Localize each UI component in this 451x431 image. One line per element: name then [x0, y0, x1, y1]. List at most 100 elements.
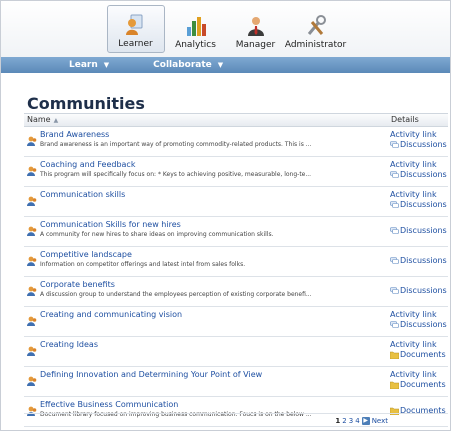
discussions-link[interactable]: Discussions [390, 320, 447, 329]
speech-bubble-icon [390, 226, 399, 235]
activity-link[interactable]: Activity link [390, 190, 447, 199]
community-name-link[interactable]: Creating Ideas [40, 340, 98, 349]
discussions-link[interactable]: Discussions [390, 226, 447, 235]
manager-icon [244, 15, 268, 37]
activity-link[interactable]: Activity link [390, 310, 447, 319]
speech-bubble-icon [390, 256, 399, 265]
nav-learn[interactable]: Learn ▼ [69, 60, 109, 70]
next-arrow-icon[interactable]: ▶ [361, 417, 370, 425]
table-body: Brand Awareness Brand awareness is an imp… [24, 127, 448, 427]
details-cell: Activity link Documents [389, 370, 446, 389]
community-name-link[interactable]: Creating and communicating vision [40, 310, 182, 319]
details-link-label: Discussions [400, 140, 447, 149]
details-cell: Activity link Discussions [390, 310, 447, 329]
community-description: A community for new hires to share ideas… [40, 231, 274, 238]
details-column-header: Details [391, 115, 419, 124]
discussions-link[interactable]: Discussions [390, 256, 447, 265]
details-link-label: Discussions [400, 200, 447, 209]
community-description: A discussion group to understand the emp… [40, 291, 312, 298]
community-icon [27, 371, 37, 386]
folder-icon [389, 351, 400, 359]
pagination: 1 2 3 4 ▶ Next [24, 413, 448, 429]
documents-link[interactable]: Documents [389, 350, 446, 359]
discussions-link[interactable]: Discussions [390, 286, 447, 295]
role-manager-button[interactable]: Manager [227, 5, 285, 53]
activity-link[interactable]: Activity link [390, 130, 447, 139]
details-cell: Activity link Documents [389, 340, 446, 359]
app-window: Learner Analytics Manager Administrator … [0, 0, 451, 431]
discussions-link[interactable]: Discussions [390, 170, 447, 179]
next-link[interactable]: Next [372, 417, 388, 425]
documents-link[interactable]: Documents [389, 380, 446, 389]
table-header: Name ▲ Details [24, 113, 448, 127]
community-name-link[interactable]: Brand Awareness [40, 130, 109, 139]
details-cell: Activity link Discussions [390, 130, 447, 149]
details-link-label: Discussions [400, 226, 447, 235]
community-icon [27, 131, 37, 146]
details-cell: Discussions [390, 226, 447, 235]
chevron-down-icon: ▼ [217, 61, 224, 69]
community-name-link[interactable]: Communication skills [40, 190, 125, 199]
community-name-link[interactable]: Competitive landscape [40, 250, 132, 259]
details-cell: Discussions [390, 286, 447, 295]
details-link-label: Documents [400, 380, 446, 389]
community-description: Information on competitor offerings and … [40, 261, 246, 268]
nav-collaborate[interactable]: Collaborate ▼ [153, 60, 223, 70]
speech-bubble-icon [390, 170, 399, 179]
role-administrator-button[interactable]: Administrator [285, 5, 346, 53]
community-name-link[interactable]: Communication Skills for new hires [40, 220, 181, 229]
name-column-header[interactable]: Name ▲ [27, 115, 58, 124]
community-icon [27, 401, 37, 416]
speech-bubble-icon [390, 200, 399, 209]
table-row: Communication skills Activity link Discuss… [24, 187, 448, 217]
details-cell: Activity link Discussions [390, 160, 447, 179]
page-title: Communities [27, 94, 145, 113]
table-row: Corporate benefits A discussion group to … [24, 277, 448, 307]
details-link-label: Discussions [400, 170, 447, 179]
activity-link[interactable]: Activity link [390, 160, 447, 169]
speech-bubble-icon [390, 320, 399, 329]
table-row: Defining Innovation and Determining Your… [24, 367, 448, 397]
details-cell: Discussions [390, 256, 447, 265]
page-4[interactable]: 4 [355, 417, 359, 425]
role-learner-button[interactable]: Learner [106, 5, 165, 53]
community-icon [27, 341, 37, 356]
sort-ascending-icon: ▲ [53, 117, 59, 124]
role-analytics-button[interactable]: Analytics [167, 5, 225, 53]
table-row: Brand Awareness Brand awareness is an imp… [24, 127, 448, 157]
communities-table: Name ▲ Details Brand Awareness Brand aware… [24, 113, 448, 427]
discussions-link[interactable]: Discussions [390, 140, 447, 149]
activity-link[interactable]: Activity link [390, 340, 446, 349]
table-row: Communication Skills for new hires A comm… [24, 217, 448, 247]
community-icon [27, 161, 37, 176]
community-name-link[interactable]: Effective Business Communication [40, 400, 178, 409]
community-name-link[interactable]: Coaching and Feedback [40, 160, 135, 169]
community-icon [27, 191, 37, 206]
table-row: Creating and communicating vision Activit… [24, 307, 448, 337]
details-link-label: Discussions [400, 320, 447, 329]
role-toolbar: Learner Analytics Manager Administrator [1, 1, 450, 57]
page-2[interactable]: 2 [342, 417, 346, 425]
discussions-link[interactable]: Discussions [390, 200, 447, 209]
table-row: Competitive landscape Information on comp… [24, 247, 448, 277]
main-nav: Learn ▼ Collaborate ▼ [1, 57, 450, 73]
details-link-label: Discussions [400, 286, 447, 295]
page-3[interactable]: 3 [349, 417, 353, 425]
details-link-label: Discussions [400, 256, 447, 265]
folder-icon [389, 381, 400, 389]
community-icon [27, 311, 37, 326]
details-cell: Activity link Discussions [390, 190, 447, 209]
details-link-label: Documents [400, 350, 446, 359]
community-icon [27, 221, 37, 236]
page-1[interactable]: 1 [335, 417, 340, 425]
community-icon [27, 281, 37, 296]
chevron-down-icon: ▼ [103, 61, 110, 69]
community-name-link[interactable]: Corporate benefits [40, 280, 115, 289]
table-row: Coaching and Feedback This program will s… [24, 157, 448, 187]
analytics-icon [184, 15, 208, 37]
table-row: Creating Ideas Activity link Documents [24, 337, 448, 367]
speech-bubble-icon [390, 286, 399, 295]
activity-link[interactable]: Activity link [390, 370, 446, 379]
community-name-link[interactable]: Defining Innovation and Determining Your… [40, 370, 262, 379]
community-icon [27, 251, 37, 266]
